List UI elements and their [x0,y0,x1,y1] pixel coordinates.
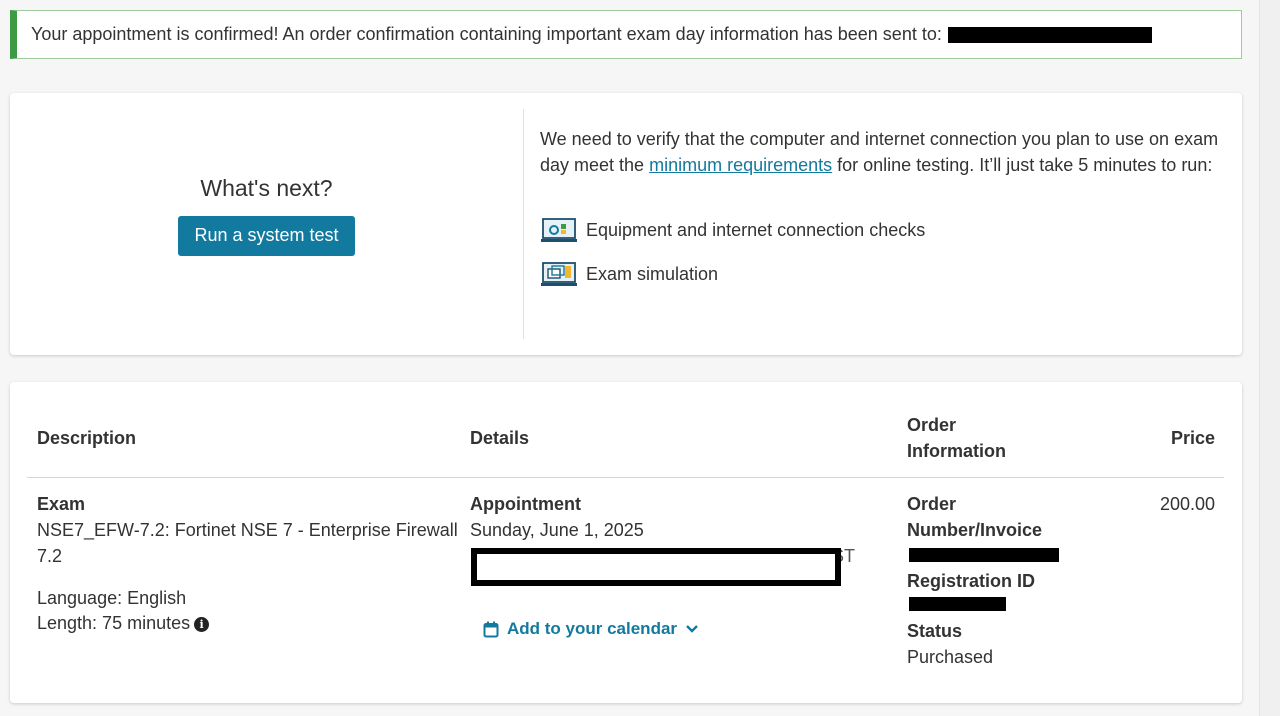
status-value: Purchased [907,647,994,667]
system-check-intro: We need to verify that the computer and … [540,126,1220,178]
exam-language: Language: English [37,588,187,608]
exam-length: Length: 75 minutes i [37,610,210,636]
equipment-check-icon [541,218,577,242]
redacted-order-number [909,548,1059,562]
appointment-date: Sunday, June 1, 2025 [470,520,644,540]
check-item-simulation: Exam simulation [540,252,1220,296]
whats-next-title: What's next? [200,174,333,201]
add-to-calendar-link[interactable]: Add to your calendar [483,619,699,639]
price-value: 200.00 [1160,494,1216,514]
header-description: Description [37,428,137,448]
system-check-info: We need to verify that the computer and … [540,126,1220,296]
check-list: Equipment and internet connection checks… [540,208,1220,296]
header-separator [27,477,1224,478]
info-icon[interactable]: i [194,617,210,632]
whats-next-panel: What's next? Run a system test [10,93,523,355]
run-system-test-button[interactable]: Run a system test [178,215,355,256]
calendar-link-label: Add to your calendar [507,619,678,638]
scrollbar-rail[interactable] [1259,0,1280,716]
divider [523,109,524,339]
check-label: Exam simulation [586,264,719,284]
redacted-registration-id [909,597,1006,611]
intro-text-end: for online testing. It’ll just take 5 mi… [832,155,1213,175]
order-summary-card: Description Details Order Information Pr… [10,382,1242,703]
registration-id-label: Registration ID [907,571,1036,591]
appointment-label: Appointment [470,494,581,514]
exam-label: Exam [37,494,86,514]
header-details: Details [470,428,530,448]
minimum-requirements-link[interactable]: minimum requirements [649,155,832,175]
header-price: Price [1171,428,1216,448]
status-label: Status [907,621,963,641]
check-item-equipment: Equipment and internet connection checks [540,208,1220,252]
banner-message: Your appointment is confirmed! An order … [31,24,942,44]
confirmation-banner: Your appointment is confirmed! An order … [10,10,1242,59]
calendar-icon [483,621,499,637]
exam-name: NSE7_EFW-7.2: Fortinet NSE 7 - Enterpris… [37,520,458,566]
check-label: Equipment and internet connection checks [586,220,926,240]
redacted-checkin-time [471,548,841,586]
order-number-label: Order Number/Invoice [907,494,1043,540]
header-order-information: Order Information [907,415,1006,461]
whats-next-card: What's next? Run a system test We need t… [10,93,1242,355]
chevron-down-icon [686,625,698,633]
redacted-email [947,26,1152,43]
exam-simulation-icon [541,262,577,286]
